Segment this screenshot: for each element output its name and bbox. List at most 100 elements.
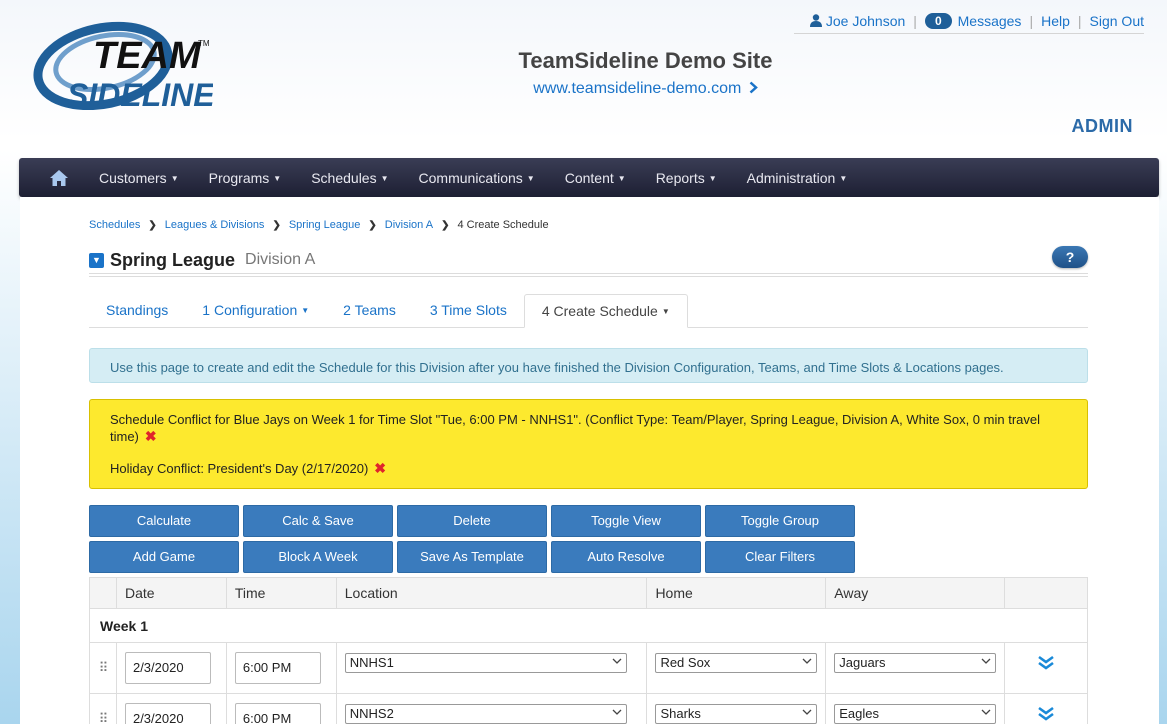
double-chevron-down-icon[interactable]: [1037, 706, 1055, 722]
separator: |: [913, 12, 917, 29]
nav-label[interactable]: Reports: [656, 170, 705, 186]
user-menu[interactable]: Joe Johnson: [809, 13, 905, 29]
header-date[interactable]: Date: [117, 578, 227, 608]
away-cell: Eagles: [826, 694, 1006, 724]
time-input[interactable]: 6:00 PM: [234, 652, 321, 684]
breadcrumb-division-a[interactable]: Division A: [385, 219, 433, 231]
chevron-down-icon: [981, 709, 991, 715]
drag-handle-icon: ⠿: [98, 660, 108, 675]
breadcrumb: Schedules ❯ Leagues & Divisions ❯ Spring…: [89, 219, 549, 231]
messages-count-badge[interactable]: 0: [924, 12, 952, 29]
home-team-value: Red Sox: [660, 655, 711, 670]
location-select[interactable]: NNHS1: [344, 653, 627, 673]
action-buttons-row-1: Calculate Calc & Save Delete Toggle View…: [89, 505, 855, 537]
nav-label[interactable]: Content: [565, 170, 614, 186]
nav-administration[interactable]: Administration ▼: [747, 170, 848, 186]
actions-cell: [1005, 694, 1087, 724]
header-location[interactable]: Location: [337, 578, 648, 608]
tab-teams[interactable]: 2 Teams: [326, 294, 413, 327]
week-group-label: Week 1: [90, 609, 1087, 643]
division-title: Division A: [245, 251, 316, 268]
background-left: [0, 150, 20, 724]
tab-configuration[interactable]: 1 Configuration ▼: [185, 294, 326, 327]
nav-label[interactable]: Programs: [209, 170, 270, 186]
help-link[interactable]: Help: [1041, 13, 1070, 29]
add-game-button[interactable]: Add Game: [89, 541, 239, 573]
save-as-template-button[interactable]: Save As Template: [397, 541, 547, 573]
block-a-week-button[interactable]: Block A Week: [243, 541, 393, 573]
help-button[interactable]: ?: [1052, 246, 1088, 268]
location-cell: NNHS1: [337, 643, 648, 693]
warning-item: Holiday Conflict: President's Day (2/17/…: [110, 460, 1067, 477]
nav-label[interactable]: Schedules: [311, 170, 376, 186]
time-input[interactable]: 6:00 PM: [234, 703, 321, 724]
drag-handle[interactable]: ⠿: [90, 643, 117, 693]
main-nav: Customers ▼ Programs ▼ Schedules ▼ Communic…: [19, 158, 1159, 197]
dismiss-x-icon[interactable]: ✖: [374, 460, 386, 476]
home-cell: Red Sox: [647, 643, 827, 693]
nav-programs[interactable]: Programs ▼: [209, 170, 282, 186]
site-url-text[interactable]: www.teamsideline-demo.com: [533, 80, 741, 97]
breadcrumb-spring-league[interactable]: Spring League: [289, 219, 361, 231]
breadcrumb-schedules[interactable]: Schedules: [89, 219, 140, 231]
tab-create-schedule[interactable]: 4 Create Schedule ▼: [523, 294, 688, 328]
toggle-group-button[interactable]: Toggle Group: [705, 505, 855, 537]
warning-text: Holiday Conflict: President's Day (2/17/…: [110, 461, 369, 476]
nav-reports[interactable]: Reports ▼: [656, 170, 717, 186]
location-select[interactable]: NNHS2: [344, 704, 627, 724]
info-alert: Use this page to create and edit the Sch…: [89, 348, 1088, 383]
tab-standings[interactable]: Standings: [89, 294, 185, 327]
site-url-link[interactable]: www.teamsideline-demo.com: [0, 80, 1167, 98]
breadcrumb-arrow-icon: ❯: [441, 219, 450, 231]
date-input[interactable]: 2/3/2020: [124, 652, 211, 684]
user-name[interactable]: Joe Johnson: [826, 13, 905, 29]
nav-customers[interactable]: Customers ▼: [99, 170, 179, 186]
away-team-value: Jaguars: [839, 655, 886, 670]
clear-filters-button[interactable]: Clear Filters: [705, 541, 855, 573]
separator: |: [1029, 12, 1034, 29]
delete-button[interactable]: Delete: [397, 505, 547, 537]
home-icon[interactable]: [49, 168, 69, 188]
dismiss-x-icon[interactable]: ✖: [145, 428, 157, 444]
away-team-select[interactable]: Jaguars: [834, 653, 997, 673]
tab-time-slots[interactable]: 3 Time Slots: [413, 294, 524, 327]
account-bar: Joe Johnson | 0 Messages | Help | Sign O…: [794, 8, 1144, 34]
nav-label[interactable]: Customers: [99, 170, 167, 186]
drag-handle[interactable]: ⠿: [90, 694, 117, 724]
header-away[interactable]: Away: [826, 578, 1006, 608]
calculate-button[interactable]: Calculate: [89, 505, 239, 537]
toggle-view-button[interactable]: Toggle View: [551, 505, 701, 537]
nav-content[interactable]: Content ▼: [565, 170, 626, 186]
messages-link[interactable]: Messages: [958, 13, 1022, 29]
header-home[interactable]: Home: [647, 578, 827, 608]
league-title: Spring League: [110, 249, 236, 270]
chevron-down-icon: [981, 658, 991, 664]
auto-resolve-button[interactable]: Auto Resolve: [551, 541, 701, 573]
breadcrumb-arrow-icon: ❯: [272, 219, 281, 231]
breadcrumb-arrow-icon: ❯: [368, 219, 377, 231]
tab-label[interactable]: 4 Create Schedule: [542, 303, 658, 319]
nav-communications[interactable]: Communications ▼: [419, 170, 535, 186]
nav-label[interactable]: Administration: [747, 170, 836, 186]
tab-label[interactable]: 1 Configuration: [202, 302, 297, 318]
home-team-select[interactable]: Red Sox: [655, 653, 818, 673]
conflict-warning: Schedule Conflict for Blue Jays on Week …: [89, 399, 1088, 489]
league-dropdown-toggle[interactable]: ▼: [89, 252, 104, 268]
double-chevron-down-icon[interactable]: [1037, 655, 1055, 671]
date-cell: 2/3/2020: [117, 643, 227, 693]
breadcrumb-leagues-divisions[interactable]: Leagues & Divisions: [165, 219, 265, 231]
home-team-select[interactable]: Sharks: [655, 704, 818, 724]
home-cell: Sharks: [647, 694, 827, 724]
actions-cell: [1005, 643, 1087, 693]
away-team-select[interactable]: Eagles: [834, 704, 997, 724]
header-time[interactable]: Time: [227, 578, 337, 608]
location-cell: NNHS2: [337, 694, 648, 724]
warning-item: Schedule Conflict for Blue Jays on Week …: [110, 412, 1067, 445]
calc-save-button[interactable]: Calc & Save: [243, 505, 393, 537]
nav-schedules[interactable]: Schedules ▼: [311, 170, 388, 186]
nav-label[interactable]: Communications: [419, 170, 523, 186]
time-cell: 6:00 PM: [227, 694, 337, 724]
header-handle: [90, 578, 117, 608]
sign-out-link[interactable]: Sign Out: [1090, 13, 1144, 29]
date-input[interactable]: 2/3/2020: [124, 703, 211, 724]
